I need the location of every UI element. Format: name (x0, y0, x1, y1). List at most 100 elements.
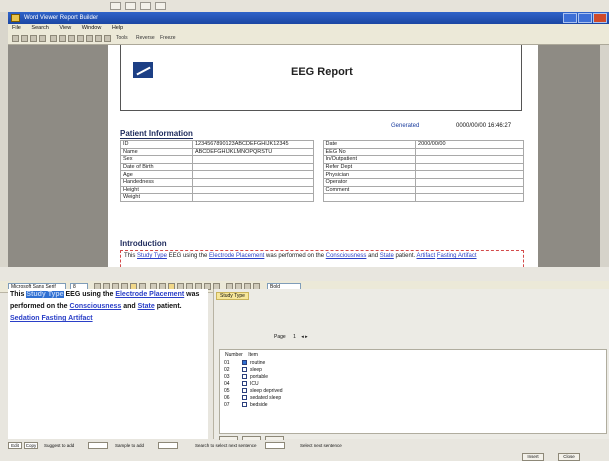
number-column-header: Number (225, 352, 243, 358)
tab-study-type[interactable]: Study Type (216, 292, 249, 300)
item-checkbox[interactable] (242, 374, 247, 379)
page-icon[interactable] (59, 35, 66, 42)
intro-text: patient. (395, 253, 416, 259)
insert-text-button[interactable]: Insert Text (522, 453, 544, 461)
sample-label: Sample to add (115, 443, 145, 448)
item-checkbox[interactable] (242, 402, 247, 407)
menu-file[interactable]: File (12, 25, 21, 31)
field-label: Physician (322, 170, 417, 179)
list-header: Number Item (225, 352, 258, 358)
field-value: 2000/00/00 (415, 140, 524, 149)
maximize-button[interactable] (578, 13, 592, 23)
item-number: 05 (224, 388, 230, 394)
open-icon[interactable] (12, 35, 19, 42)
table-gap (314, 186, 323, 194)
artifact-field[interactable]: Artifact (417, 253, 436, 259)
electrode-placement-field[interactable]: Electrode Placement (209, 253, 264, 259)
editor-text: EEG using the (65, 291, 114, 298)
edit-button[interactable]: Edit (8, 442, 22, 449)
last-icon[interactable] (95, 35, 102, 42)
page-next-icon[interactable]: ▸ (305, 334, 308, 340)
print-icon[interactable] (30, 35, 37, 42)
strip-button[interactable] (140, 2, 151, 10)
field-properties-panel: Study Type Page 1 ◂ ▸ Number Item 01 rout… (213, 289, 609, 444)
field-value: ABCDEFGHIJKLMNOPQRSTU (191, 147, 315, 157)
item-label: bedside (250, 402, 268, 408)
strip-button[interactable] (125, 2, 136, 10)
consciousness-field[interactable]: Consciousness (326, 253, 367, 259)
generated-date: 0000/00/00 16:46:27 (456, 123, 512, 129)
first-icon[interactable] (86, 35, 93, 42)
editor-consciousness-field[interactable]: Consciousness (70, 303, 122, 310)
editor-electrode-placement-field[interactable]: Electrode Placement (115, 291, 184, 298)
strip-button[interactable] (110, 2, 121, 10)
field-value (415, 155, 524, 164)
item-label: sleep (250, 367, 262, 373)
intro-text: and (368, 253, 379, 259)
report-page: EEG Report Generated 0000/00/00 16:46:27… (108, 45, 538, 272)
close-button-lower[interactable]: Close (558, 453, 580, 461)
editor-text: This (10, 291, 25, 298)
field-value (415, 170, 524, 179)
field-label: Weight (120, 193, 193, 202)
item-label: ICU (250, 381, 259, 387)
field-label (322, 193, 417, 202)
app-icon (11, 14, 20, 22)
save-icon[interactable] (21, 35, 28, 42)
freeze-label[interactable]: Freeze (160, 35, 176, 41)
table-row: Sex In/Outpatient (120, 155, 524, 164)
editor-state-field[interactable]: State (138, 303, 155, 310)
editor-text-area[interactable]: This Study Type EEG using the Electrode … (8, 289, 208, 439)
state-field[interactable]: State (380, 253, 394, 259)
main-toolbar: Tools Reverse Freeze (8, 33, 609, 45)
menu-window[interactable]: Window (82, 25, 102, 31)
editor-sedation-fasting-artifact-field[interactable]: Sedation Fasting Artifact (10, 315, 93, 322)
field-label: Date of Birth (120, 162, 193, 172)
copy-button[interactable]: Copy (24, 442, 38, 449)
intro-text: This (124, 253, 136, 259)
field-label: Date (322, 140, 417, 149)
background-window-strip (0, 0, 609, 12)
page-indicator: Page 1 ◂ ▸ (274, 334, 308, 340)
field-label: Height (120, 185, 193, 195)
item-number: 04 (224, 381, 230, 387)
editor-text: and (123, 303, 136, 310)
field-label: Comment (322, 185, 417, 195)
suggest-field[interactable] (88, 442, 108, 449)
table-gap (314, 194, 323, 202)
refresh-icon[interactable] (104, 35, 111, 42)
item-checkbox[interactable] (242, 360, 247, 365)
vertical-scrollbar[interactable] (600, 45, 609, 267)
study-type-field[interactable]: Study Type (137, 253, 167, 259)
reverse-label[interactable]: Reverse (136, 35, 155, 41)
minimize-button[interactable] (563, 13, 577, 23)
window-title: Word Viewer Report Builder (24, 15, 99, 21)
menu-help[interactable]: Help (112, 25, 123, 31)
page-prev-icon[interactable]: ◂ (301, 334, 304, 340)
close-button[interactable] (593, 13, 607, 23)
strip-button[interactable] (155, 2, 166, 10)
prev-icon[interactable] (68, 35, 75, 42)
intro-text: EEG using the (168, 253, 208, 259)
item-checkbox[interactable] (242, 381, 247, 386)
table-row: Handedness Operator (120, 177, 524, 187)
zoom-icon[interactable] (50, 35, 57, 42)
field-label: ID (120, 140, 193, 149)
search-field[interactable] (265, 442, 285, 449)
item-checkbox[interactable] (242, 388, 247, 393)
suggest-label: Suggest to add (44, 443, 75, 448)
menu-search[interactable]: Search (31, 25, 48, 31)
sample-field[interactable] (158, 442, 178, 449)
window-titlebar[interactable]: Word Viewer Report Builder (8, 12, 609, 24)
menu-view[interactable]: View (59, 25, 71, 31)
table-gap (314, 148, 323, 156)
table-gap (314, 178, 323, 186)
item-label: sleep deprived (250, 388, 283, 394)
fasting-artifact-field[interactable]: Fasting Artifact (437, 253, 477, 259)
copy-icon[interactable] (39, 35, 46, 42)
item-checkbox[interactable] (242, 395, 247, 400)
tools-label[interactable]: Tools (116, 35, 128, 41)
item-checkbox[interactable] (242, 367, 247, 372)
selected-field-study-type[interactable]: Study Type (26, 291, 64, 298)
next-icon[interactable] (77, 35, 84, 42)
